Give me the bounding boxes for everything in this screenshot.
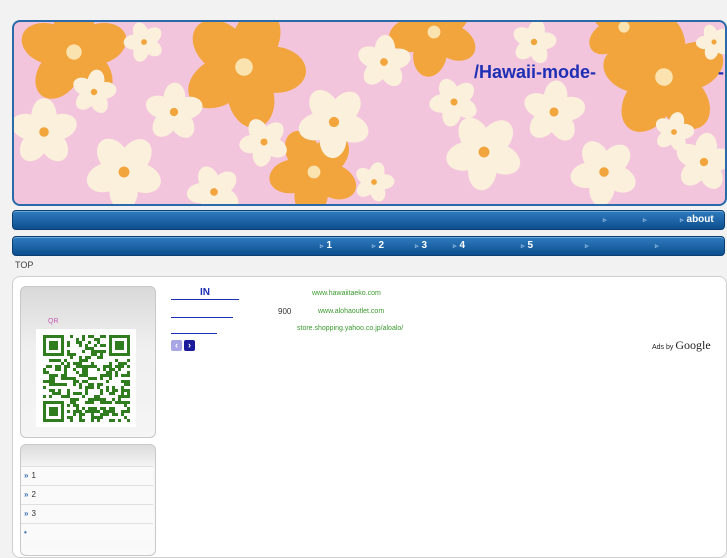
nav-top-item-1[interactable]: ▹ bbox=[603, 211, 610, 229]
nav-arrow-icon: ▹ bbox=[415, 243, 419, 250]
ads-by-google[interactable]: Ads by Google bbox=[652, 338, 711, 353]
main-navbar: ▹ 1 ▹ 2 ▹ 3 ▹ 4 ▹ 5 ▹ ▹ bbox=[12, 236, 725, 256]
chevron-right-icon: » bbox=[24, 509, 29, 518]
nav-item-3[interactable]: ▹ 3 bbox=[415, 237, 427, 255]
nav-arrow-icon: ▹ bbox=[643, 217, 647, 224]
nav-item-2[interactable]: ▹ 2 bbox=[372, 237, 384, 255]
side-menu-item-3[interactable]: » 3 bbox=[21, 504, 153, 523]
nav-item-7[interactable]: ▹ bbox=[655, 237, 662, 255]
qr-label: QR bbox=[48, 318, 59, 325]
ad-link-1[interactable]: IN bbox=[171, 287, 239, 300]
ads-next-button[interactable]: › bbox=[184, 340, 195, 351]
breadcrumb[interactable]: TOP bbox=[15, 260, 33, 270]
site-title-tail: - bbox=[718, 62, 724, 82]
nav-arrow-icon: ▹ bbox=[585, 243, 589, 250]
top-navbar: ▹ ▹ ▹ about bbox=[12, 210, 725, 230]
nav-arrow-icon: ▹ bbox=[680, 217, 684, 224]
nav-arrow-icon: ▹ bbox=[453, 243, 457, 250]
chevron-right-icon: » bbox=[24, 471, 29, 480]
nav-arrow-icon: ▹ bbox=[372, 243, 376, 250]
ad-price-2: 900 bbox=[278, 307, 292, 316]
nav-about[interactable]: ▹ about bbox=[680, 211, 714, 229]
nav-item-5[interactable]: ▹ 5 bbox=[521, 237, 533, 255]
nav-item-6[interactable]: ▹ bbox=[585, 237, 592, 255]
nav-item-1[interactable]: ▹ 1 bbox=[320, 237, 332, 255]
bullet-icon: • bbox=[24, 528, 27, 537]
ad-link-3[interactable] bbox=[171, 321, 217, 334]
side-menu-item-1[interactable]: » 1 bbox=[21, 466, 153, 485]
site-title[interactable]: /Hawaii-mode- bbox=[474, 62, 596, 83]
ad-url-1[interactable]: www.hawaiitaeko.com bbox=[312, 290, 381, 297]
ad-url-2[interactable]: www.alohaoutlet.com bbox=[318, 308, 384, 315]
ads-by-label: Ads by bbox=[652, 344, 674, 351]
side-menu-item-2[interactable]: » 2 bbox=[21, 485, 153, 504]
ads-prev-button[interactable]: ‹ bbox=[171, 340, 182, 351]
nav-arrow-icon: ▹ bbox=[603, 217, 607, 224]
qr-code-icon bbox=[36, 329, 136, 427]
google-logo: Google bbox=[675, 338, 711, 352]
chevron-right-icon: » bbox=[24, 490, 29, 499]
side-menu-item-4[interactable]: • bbox=[21, 523, 153, 542]
nav-arrow-icon: ▹ bbox=[320, 243, 324, 250]
ad-url-3[interactable]: store.shopping.yahoo.co.jp/aloalo/ bbox=[297, 325, 403, 332]
nav-top-item-2[interactable]: ▹ bbox=[643, 211, 650, 229]
nav-arrow-icon: ▹ bbox=[655, 243, 659, 250]
nav-item-4[interactable]: ▹ 4 bbox=[453, 237, 465, 255]
floral-pattern bbox=[14, 22, 725, 204]
nav-arrow-icon: ▹ bbox=[521, 243, 525, 250]
header-banner: /Hawaii-mode- - bbox=[12, 20, 727, 206]
ad-link-2[interactable] bbox=[171, 305, 233, 318]
